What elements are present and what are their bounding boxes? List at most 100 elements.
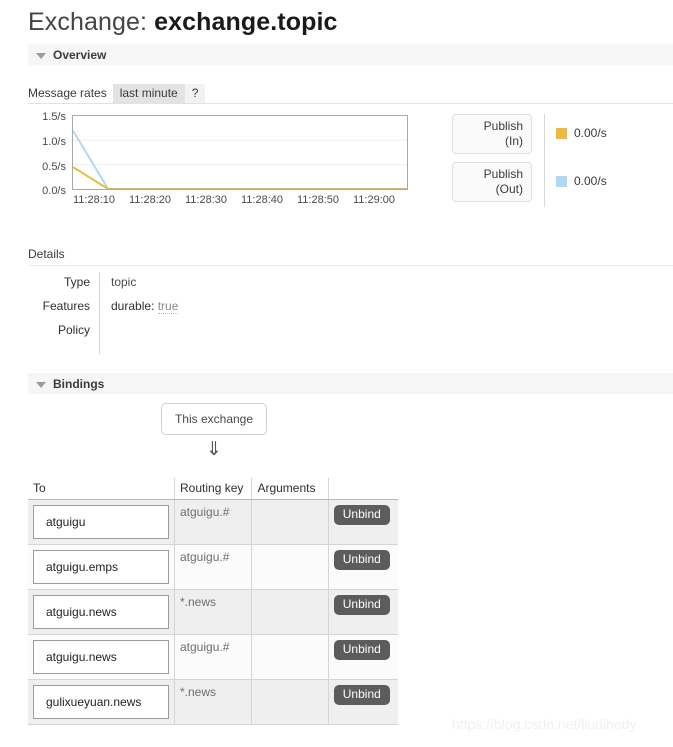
feature-key-durable: durable: — [111, 299, 155, 313]
x-tick-1: 11:28:20 — [129, 194, 172, 206]
column-header-arguments[interactable]: Arguments — [251, 478, 329, 500]
routing-key-text: *.news — [180, 685, 217, 699]
table-row: atguigu.emps atguigu.# Unbind — [28, 544, 398, 590]
legend-row-publish-out: 0.00/s — [556, 174, 607, 188]
details-value-policy — [100, 320, 111, 354]
routing-key-text: atguigu.# — [180, 640, 230, 654]
cell-arguments — [251, 544, 329, 590]
cell-to: atguigu — [28, 499, 175, 545]
legend-value-publish-in: 0.00/s — [574, 126, 607, 140]
cell-arguments — [251, 589, 329, 635]
table-row: atguigu.news atguigu.# Unbind — [28, 634, 398, 680]
publish-out-label-line2: (Out) — [495, 182, 523, 196]
bindings-section-label: Bindings — [53, 376, 105, 391]
column-header-actions — [328, 478, 398, 500]
legend-divider — [544, 114, 545, 207]
cell-actions: Unbind — [328, 589, 398, 635]
page-title-exchange-name: exchange.topic — [154, 8, 338, 36]
page-title: Exchange: exchange.topic — [28, 8, 338, 37]
x-tick-0: 11:28:10 — [73, 194, 116, 206]
x-tick-5: 11:29:00 — [353, 194, 396, 206]
bindings-section-header[interactable]: Bindings — [28, 373, 673, 394]
routing-key-text: atguigu.# — [180, 505, 230, 519]
x-tick-3: 11:28:40 — [241, 194, 284, 206]
unbind-button[interactable]: Unbind — [333, 550, 390, 570]
publish-in-button[interactable]: Publish (In) — [452, 114, 532, 154]
cell-actions: Unbind — [328, 544, 398, 590]
cell-routing-key: atguigu.# — [174, 544, 253, 590]
chart-y-axis: 1.5/s 1.0/s 0.5/s 0.0/s — [28, 111, 70, 197]
publish-in-label-line2: (In) — [505, 134, 523, 148]
legend-swatch-publish-in — [556, 127, 567, 139]
details-label-type: Type — [28, 272, 100, 296]
cell-actions: Unbind — [328, 679, 398, 725]
details-value-type: topic — [111, 275, 137, 289]
chevron-down-icon[interactable] — [36, 52, 46, 59]
bindings-table-header-row: To Routing key Arguments — [28, 478, 398, 500]
double-down-arrow-icon: ⇓ — [206, 439, 222, 460]
y-tick-0: 1.5/s — [42, 111, 66, 123]
cell-actions: Unbind — [328, 634, 398, 680]
chart-series-publish-out — [73, 130, 407, 189]
message-rates-toolbar: Message rates last minute ? — [28, 84, 673, 104]
table-row: gulixueyuan.news *.news Unbind — [28, 679, 398, 725]
cell-arguments — [251, 679, 329, 725]
watermark: https://blog.csdn.net/liudihedy — [452, 716, 637, 732]
queue-link[interactable]: atguigu — [33, 505, 169, 539]
rates-help-icon[interactable]: ? — [184, 84, 206, 103]
x-tick-4: 11:28:50 — [297, 194, 340, 206]
overview-section-header[interactable]: Overview — [28, 44, 673, 65]
y-tick-3: 0.0/s — [42, 185, 66, 197]
cell-arguments — [251, 634, 329, 680]
cell-routing-key: atguigu.# — [174, 634, 253, 680]
queue-link[interactable]: atguigu.news — [33, 595, 169, 629]
queue-link[interactable]: atguigu.emps — [33, 550, 169, 584]
y-tick-1: 1.0/s — [42, 136, 66, 148]
page-title-prefix: Exchange: — [28, 8, 155, 36]
details-row-policy: Policy — [28, 320, 428, 354]
legend-swatch-publish-out — [556, 175, 567, 187]
queue-link[interactable]: gulixueyuan.news — [33, 685, 169, 719]
publish-out-button[interactable]: Publish (Out) — [452, 162, 532, 202]
rates-period-last-minute[interactable]: last minute — [112, 84, 185, 103]
chart-plot-area — [72, 115, 408, 190]
unbind-button[interactable]: Unbind — [333, 640, 390, 660]
queue-link[interactable]: atguigu.news — [33, 640, 169, 674]
routing-key-text: *.news — [180, 595, 217, 609]
routing-key-text: atguigu.# — [180, 550, 230, 564]
column-header-routing-key[interactable]: Routing key — [174, 478, 253, 500]
chart-x-axis: 11:28:10 11:28:20 11:28:30 11:28:40 11:2… — [72, 194, 412, 208]
this-exchange-box: This exchange — [161, 403, 267, 435]
chart-series-publish-in — [73, 166, 407, 189]
unbind-button[interactable]: Unbind — [333, 505, 390, 525]
unbind-button[interactable]: Unbind — [333, 595, 390, 615]
legend-value-publish-out: 0.00/s — [574, 174, 607, 188]
chevron-down-icon[interactable] — [36, 381, 46, 388]
cell-arguments — [251, 499, 329, 545]
details-value-features: durable: true — [100, 296, 179, 320]
details-label-features: Features — [28, 296, 100, 320]
bindings-table: To Routing key Arguments atguigu atguigu.… — [28, 478, 398, 725]
column-header-to[interactable]: To — [28, 478, 175, 500]
cell-routing-key: atguigu.# — [174, 499, 253, 545]
publish-in-label-line1: Publish — [483, 119, 523, 133]
chart-legend: Publish (In) Publish (Out) 0.00/s 0.00/s — [452, 114, 652, 210]
publish-out-label-line1: Publish — [483, 167, 523, 181]
legend-row-publish-in: 0.00/s — [556, 126, 607, 140]
details-label-policy: Policy — [28, 320, 100, 354]
cell-to: atguigu.news — [28, 589, 175, 635]
cell-actions: Unbind — [328, 499, 398, 545]
y-tick-2: 0.5/s — [42, 161, 66, 173]
chart-svg — [73, 130, 407, 189]
overview-section-label: Overview — [53, 47, 107, 62]
message-rates-chart: 1.5/s 1.0/s 0.5/s 0.0/s 11:28:10 11:28:2… — [28, 112, 408, 212]
details-row-type: Type topic — [28, 272, 428, 296]
cell-to: atguigu.emps — [28, 544, 175, 590]
x-tick-2: 11:28:30 — [185, 194, 228, 206]
details-heading: Details — [28, 247, 673, 266]
unbind-button[interactable]: Unbind — [333, 685, 390, 705]
table-row: atguigu atguigu.# Unbind — [28, 499, 398, 545]
details-row-features: Features durable: true — [28, 296, 428, 320]
cell-routing-key: *.news — [174, 679, 253, 725]
details-table: Type topic Features durable: true Policy — [28, 272, 428, 354]
